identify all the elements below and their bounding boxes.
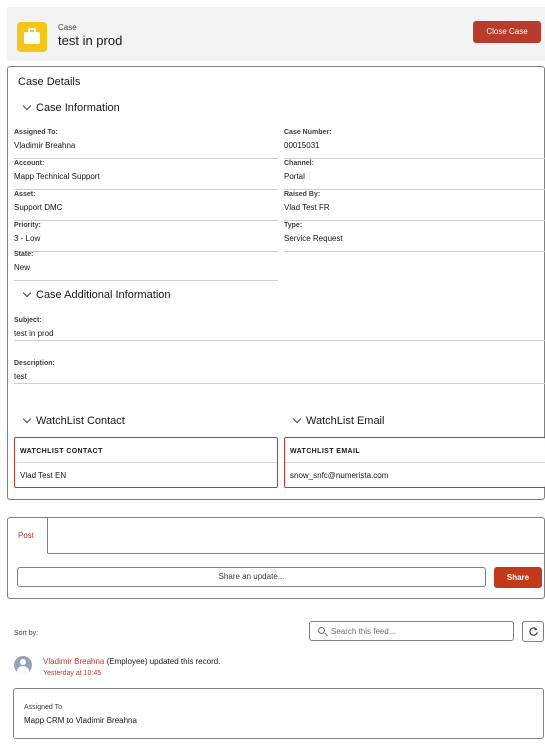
section-title: Case Additional Information [36, 289, 171, 301]
field-label: Channel: [284, 160, 314, 167]
section-title: WatchList Email [306, 415, 385, 427]
close-case-button[interactable]: Close Case [473, 21, 541, 43]
tab-post[interactable]: Post [8, 518, 48, 554]
refresh-icon [529, 627, 538, 636]
search-icon [318, 627, 325, 634]
field-assigned-to: Assigned To: Vladimir Breahna [14, 129, 278, 159]
feed-timestamp-link[interactable]: Yesterday at 10:45 [43, 670, 101, 677]
section-title: Case Information [36, 102, 120, 114]
change-value: Mapp CRM to Vladimir Breahna [24, 716, 137, 725]
section-watchlist-email[interactable]: WatchList Email [292, 414, 385, 427]
field-value: Portal [284, 172, 305, 181]
field-label: Asset: [14, 191, 36, 198]
field-label: Priority: [14, 222, 41, 229]
field-raised-by: Raised By: Vlad Test FR [284, 191, 545, 221]
field-state: State: New [14, 251, 278, 281]
sort-by-label: Sort by: [14, 630, 39, 637]
field-priority: Priority: 3 - Low [14, 222, 278, 252]
chevron-down-icon [22, 101, 32, 111]
record-title: test in prod [58, 33, 123, 48]
feed-item-text: Vladimir Breahna (Employee) updated this… [43, 657, 220, 666]
field-value: Vlad Test FR [284, 203, 330, 212]
field-value: Support DMC [14, 203, 63, 212]
tab-label: Post [18, 531, 35, 540]
field-value: Mapp Technical Support [14, 172, 100, 181]
field-value: Service Request [284, 234, 343, 243]
share-button[interactable]: Share [494, 567, 542, 588]
field-value: 00015031 [284, 141, 320, 150]
section-watchlist-contact[interactable]: WatchList Contact [22, 414, 125, 427]
record-header: Case test in prod Close Case [7, 7, 545, 61]
field-label: Case Number: [284, 129, 332, 136]
feed-user-link[interactable]: Vladimir Breahna [43, 657, 104, 666]
refresh-button[interactable] [522, 621, 544, 642]
chevron-down-icon [22, 288, 32, 298]
case-details-card: Case Details Case Information Assigned T… [7, 66, 545, 500]
table-cell[interactable]: snow_snfc@numerista.com [290, 471, 388, 480]
section-case-information[interactable]: Case Information [22, 101, 120, 114]
table-cell[interactable]: Vlad Test EN [20, 471, 66, 480]
feed-change-box: Assigned To Mapp CRM to Vladimir Breahna [13, 688, 544, 739]
section-case-additional-information[interactable]: Case Additional Information [22, 288, 171, 301]
field-account: Account: Mapp Technical Support [14, 160, 278, 190]
field-case-number: Case Number: 00015031 [284, 129, 545, 159]
field-label: Assigned To: [14, 129, 58, 136]
chevron-down-icon [22, 414, 32, 424]
feed-action-text: (Employee) updated this record. [104, 657, 221, 666]
column-header: WATCHLIST EMAIL [290, 448, 361, 455]
field-value: test in prod [14, 329, 54, 338]
share-update-input[interactable]: Share an update... [17, 567, 486, 587]
search-placeholder: Search this feed... [331, 627, 396, 636]
section-title: WatchList Contact [36, 415, 125, 427]
publisher-card: Post Share an update... Share [7, 517, 545, 599]
avatar[interactable] [14, 656, 32, 674]
field-value: Vladimir Breahna [14, 141, 76, 150]
field-label: Raised By: [284, 191, 321, 198]
field-label: Description: [14, 360, 55, 367]
field-subject: Subject: test in prod [14, 317, 545, 341]
chevron-down-icon [292, 414, 302, 424]
field-channel: Channel: Portal [284, 160, 545, 190]
object-label: Case [58, 23, 77, 32]
card-title: Case Details [18, 76, 81, 88]
watchlist-email-table: WATCHLIST EMAIL snow_snfc@numerista.com [284, 437, 545, 488]
field-label: State: [14, 251, 34, 258]
watchlist-contact-table: WATCHLIST CONTACT Vlad Test EN [14, 437, 278, 488]
field-type: Type: Service Request [284, 222, 545, 252]
field-value: New [14, 263, 31, 272]
field-label: Type: [284, 222, 303, 229]
change-label: Assigned To [24, 704, 63, 711]
field-asset: Asset: Support DMC [14, 191, 278, 221]
field-label: Subject: [14, 317, 42, 324]
field-value: test [14, 372, 27, 381]
briefcase-icon [17, 22, 47, 52]
field-value: 3 - Low [14, 234, 41, 243]
field-description: Description: test [14, 360, 545, 384]
column-header: WATCHLIST CONTACT [20, 448, 103, 455]
search-feed-input[interactable]: Search this feed... [309, 621, 514, 641]
field-label: Account: [14, 160, 45, 167]
